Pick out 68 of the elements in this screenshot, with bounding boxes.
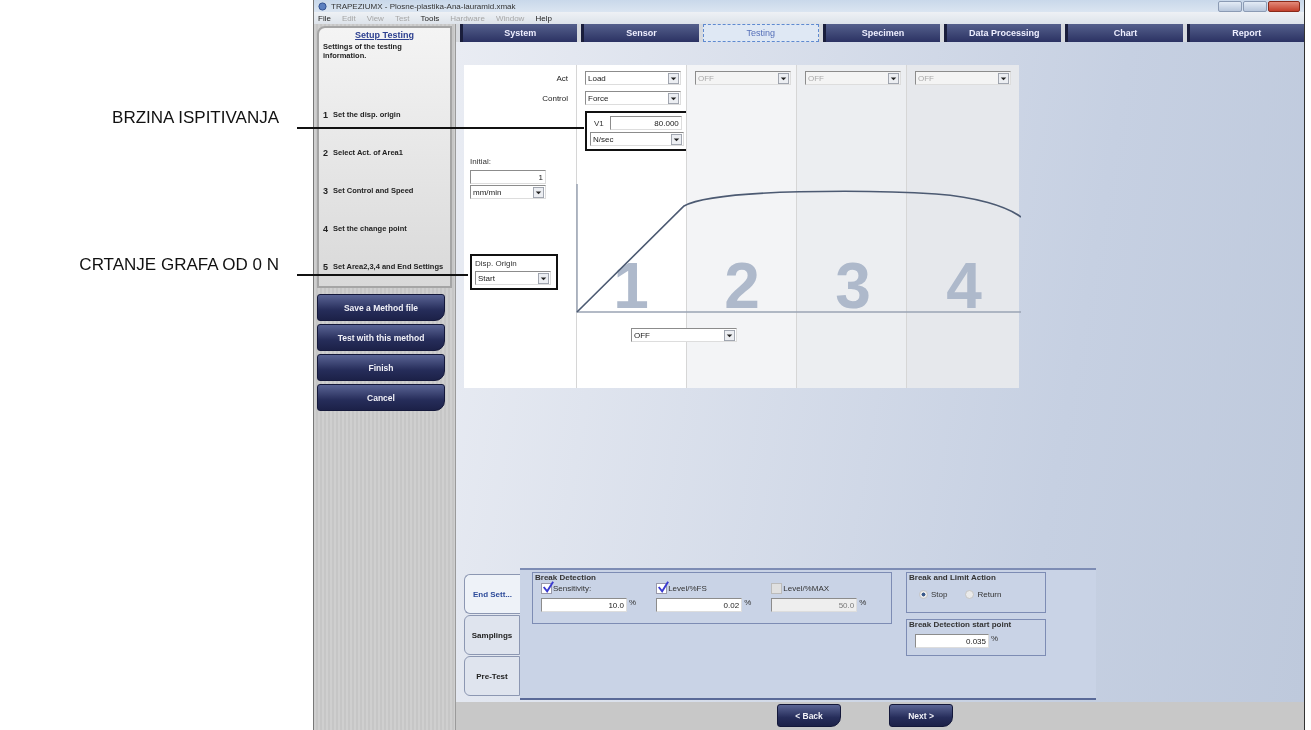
checkbox[interactable]: [656, 582, 668, 594]
tab[interactable]: Report: [1186, 24, 1304, 42]
annotation-label: CRTANJE GRAFA OD 0 N: [79, 255, 279, 275]
dropdown[interactable]: Force: [585, 91, 681, 105]
sidebar-button[interactable]: Save a Method file: [317, 294, 445, 321]
checkbox[interactable]: [541, 582, 552, 594]
unit-label: %: [629, 598, 637, 607]
group-title: Break Detection start point: [909, 620, 1013, 629]
area-number: 3: [835, 250, 871, 316]
tab[interactable]: Testing: [702, 24, 819, 42]
field-label: Initial:: [470, 157, 492, 166]
step-number: 3: [323, 186, 328, 197]
checkbox-label: Level/%FS: [668, 583, 707, 593]
area-number: 1: [613, 250, 649, 316]
checkbox-label: Level/%MAX: [783, 583, 830, 593]
annotation-label: BRZINA ISPITIVANJA: [112, 108, 279, 128]
field-label: Control: [542, 93, 568, 103]
dropdown[interactable]: Load: [585, 71, 681, 85]
dropdown[interactable]: OFF: [631, 328, 737, 342]
dropdown[interactable]: mm/min: [470, 185, 546, 199]
menu-item[interactable]: Help: [535, 13, 552, 23]
window-title: TRAPEZIUMX - Plosne-plastika-Ana-lauramid.xmak: [331, 1, 516, 11]
number-field[interactable]: 0.02: [656, 598, 743, 612]
sidebar-button[interactable]: Cancel: [317, 384, 445, 411]
app-icon: [318, 1, 327, 11]
nav-button[interactable]: < Back: [777, 704, 841, 727]
unit-label: %: [991, 634, 999, 643]
unit-label: %: [859, 598, 867, 607]
number-field[interactable]: 80.000: [609, 116, 682, 130]
radio-label: Return: [977, 590, 1002, 599]
step-number: 5: [323, 262, 328, 273]
step-number: 1: [323, 110, 328, 121]
close-button[interactable]: [1268, 0, 1300, 12]
area-number: 4: [946, 250, 982, 316]
tab[interactable]: Chart: [1065, 24, 1183, 42]
step-number: 2: [323, 148, 328, 159]
dropdown[interactable]: Start: [475, 271, 551, 285]
step-number: 4: [323, 224, 328, 235]
nav-button[interactable]: Next >: [889, 704, 953, 727]
unit-label: %: [744, 598, 752, 607]
tab[interactable]: End Sett...: [464, 574, 520, 614]
sidebar-title: Setup Testing: [354, 30, 415, 40]
menu-item[interactable]: File: [318, 13, 331, 23]
number-field[interactable]: 10.0: [541, 598, 627, 612]
tab[interactable]: Sensor: [581, 24, 699, 42]
checkmark-icon: [542, 580, 554, 593]
group-title: Break Detection: [535, 573, 597, 582]
tab[interactable]: Pre-Test: [464, 656, 520, 696]
tab[interactable]: Data Processing: [944, 24, 1062, 42]
area-number: 2: [724, 250, 760, 316]
radio-button[interactable]: [965, 590, 975, 599]
dropdown[interactable]: N/sec: [590, 132, 684, 146]
tab[interactable]: Samplings: [464, 615, 520, 655]
field-label: Disp. Origin: [475, 259, 518, 268]
field-label: Act: [556, 73, 568, 83]
field-label: V1: [594, 118, 604, 128]
radio-label: Stop: [931, 590, 948, 599]
number-field[interactable]: 0.035: [915, 634, 989, 648]
tab[interactable]: System: [460, 24, 578, 42]
number-field[interactable]: 1: [470, 170, 546, 184]
radio-button[interactable]: [919, 590, 928, 599]
sidebar-button[interactable]: Test with this method: [317, 324, 445, 351]
sidebar-button[interactable]: Finish: [317, 354, 445, 381]
checkbox-label: Sensitivity:: [553, 583, 592, 593]
checkmark-icon: [657, 580, 670, 593]
tab[interactable]: Specimen: [822, 24, 941, 42]
menu-item[interactable]: Tools: [420, 13, 440, 23]
group-title: Break and Limit Action: [909, 573, 997, 582]
